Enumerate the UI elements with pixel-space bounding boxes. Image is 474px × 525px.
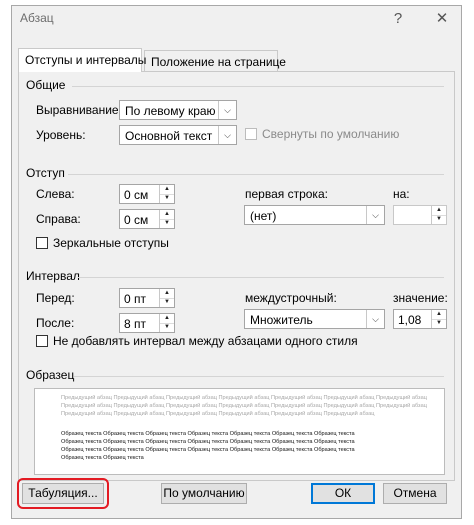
by-spinner[interactable]: ▲ ▼ [393, 205, 447, 225]
ok-button[interactable]: ОК [311, 483, 375, 504]
spin-down-icon[interactable]: ▼ [431, 215, 446, 224]
spin-down-icon[interactable]: ▼ [159, 298, 174, 307]
spacing-before-label: Перед: [36, 291, 75, 305]
spin-down-icon[interactable]: ▼ [159, 194, 174, 203]
cancel-button[interactable]: Отмена [383, 483, 447, 504]
spacing-before-value: 0 пт [124, 292, 147, 306]
divider [68, 174, 444, 175]
divider [74, 376, 444, 377]
mirror-indents-label: Зеркальные отступы [53, 236, 169, 250]
alignment-value: По левому краю [125, 104, 216, 118]
spacing-after-spinner[interactable]: 8 пт ▲ ▼ [119, 313, 175, 333]
chevron-down-icon: ⌵ [366, 310, 384, 328]
spacing-after-value: 8 пт [124, 317, 147, 331]
spin-down-icon[interactable]: ▼ [159, 323, 174, 332]
chevron-down-icon: ⌵ [218, 126, 236, 144]
indent-left-value: 0 см [124, 188, 149, 202]
collapsed-label: Свернуты по умолчанию [262, 127, 400, 141]
indent-left-spinner[interactable]: 0 см ▲ ▼ [119, 184, 175, 204]
preview-sample-line: Образец текста Образец текста Образец те… [61, 447, 355, 453]
help-button[interactable]: ? [387, 9, 409, 29]
tab-indents-spacing[interactable]: Отступы и интервалы [18, 48, 146, 72]
group-general-title: Общие [26, 78, 66, 92]
help-icon: ? [393, 10, 403, 27]
preview-prev-line: Предыдущий абзац Предыдущий абзац Предыд… [61, 403, 427, 409]
line-value-spinner[interactable]: 1,08 ▲ ▼ [393, 309, 447, 329]
indent-right-spinner[interactable]: 0 см ▲ ▼ [119, 209, 175, 229]
mirror-indents-checkbox[interactable] [36, 237, 48, 249]
close-button[interactable]: ✕ [431, 9, 453, 29]
spin-down-icon[interactable]: ▼ [159, 219, 174, 228]
indent-left-label: Слева: [36, 187, 75, 201]
level-label: Уровень: [36, 128, 86, 142]
no-space-checkbox[interactable] [36, 335, 48, 347]
line-value-label: значение: [393, 291, 448, 305]
preview-prev-line: Предыдущий абзац Предыдущий абзац Предыд… [61, 411, 375, 417]
paragraph-dialog: Абзац ? ✕ Отступы и интервалы Положение … [11, 5, 462, 519]
tab-line-page-breaks[interactable]: Положение на странице [144, 50, 286, 72]
group-spacing-title: Интервал [26, 269, 80, 283]
chevron-down-icon: ⌵ [218, 101, 236, 119]
ok-label: ОК [334, 486, 352, 500]
tabs-button-label: Табуляция... [28, 486, 98, 500]
dialog-title: Абзац [20, 11, 54, 25]
cancel-label: Отмена [393, 486, 437, 500]
indent-right-value: 0 см [124, 213, 149, 227]
spacing-before-spinner[interactable]: 0 пт ▲ ▼ [119, 288, 175, 308]
group-indent-title: Отступ [26, 166, 65, 180]
preview-box: Предыдущий абзац Предыдущий абзац Предыд… [34, 388, 445, 475]
first-line-select[interactable]: (нет) ⌵ [244, 205, 385, 225]
close-icon: ✕ [435, 10, 449, 27]
collapsed-checkbox[interactable] [245, 128, 257, 140]
line-value-value: 1,08 [398, 313, 422, 327]
divider [78, 277, 444, 278]
preview-sample-line: Образец текста Образец текста Образец те… [61, 439, 355, 445]
by-label: на: [393, 187, 410, 201]
indent-right-label: Справа: [36, 212, 81, 226]
line-spacing-select[interactable]: Множитель ⌵ [244, 309, 385, 329]
alignment-label: Выравнивание: [36, 103, 122, 117]
alignment-select[interactable]: По левому краю ⌵ [119, 100, 237, 120]
first-line-label: первая строка: [245, 187, 328, 201]
level-select[interactable]: Основной текст ⌵ [119, 125, 237, 145]
tabs-button[interactable]: Табуляция... [22, 483, 104, 504]
set-default-button[interactable]: По умолчанию [161, 483, 247, 504]
set-default-label: По умолчанию [163, 486, 245, 500]
line-spacing-value: Множитель [250, 313, 313, 327]
chevron-down-icon: ⌵ [366, 206, 384, 224]
spin-down-icon[interactable]: ▼ [431, 319, 446, 328]
tab-label: Положение на странице [151, 55, 286, 69]
level-value: Основной текст [125, 129, 213, 143]
preview-sample-line: Образец текста Образец текста Образец те… [61, 431, 355, 437]
group-preview-title: Образец [26, 368, 75, 382]
first-line-value: (нет) [250, 209, 277, 223]
no-space-label: Не добавлять интервал между абзацами одн… [53, 334, 358, 348]
tab-label: Отступы и интервалы [25, 53, 147, 67]
line-spacing-label: междустрочный: [245, 291, 337, 305]
divider [72, 86, 444, 87]
preview-sample-line: Образец текста Образец текста [61, 455, 144, 461]
preview-prev-line: Предыдущий абзац Предыдущий абзац Предыд… [61, 395, 427, 401]
spacing-after-label: После: [36, 316, 75, 330]
